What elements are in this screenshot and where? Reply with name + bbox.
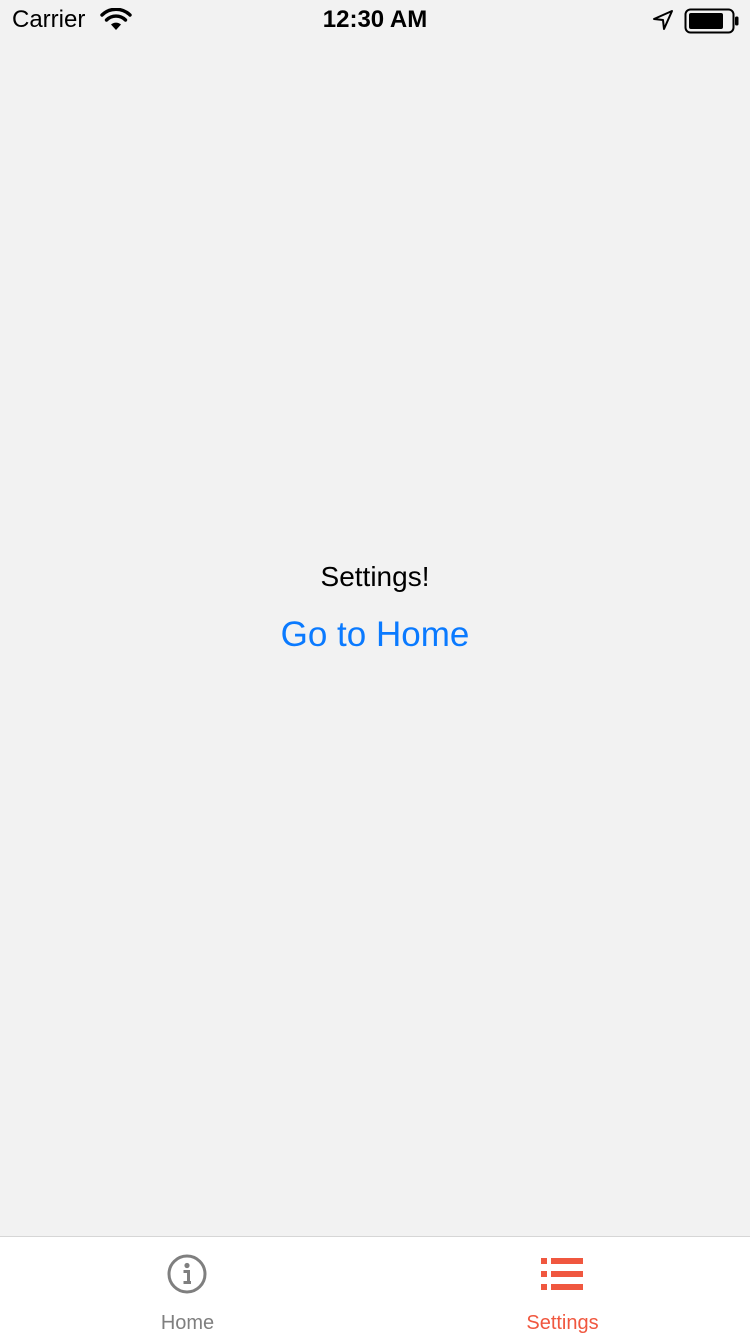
location-arrow-icon <box>653 10 673 30</box>
status-time: 12:30 AM <box>322 6 428 33</box>
info-circle-icon <box>167 1254 207 1294</box>
list-icon <box>541 1258 583 1290</box>
go-to-home-link[interactable]: Go to Home <box>281 614 470 656</box>
battery-icon <box>684 8 739 34</box>
tab-home[interactable]: Home <box>0 1237 375 1334</box>
tab-settings-label: Settings <box>526 1312 599 1334</box>
app-screen: Carrier 12:30 AM Settings! Go to Home Ho… <box>0 0 750 1334</box>
tab-bar: Home Settings <box>0 1236 750 1334</box>
tab-settings[interactable]: Settings <box>375 1237 750 1334</box>
status-bar: Carrier 12:30 AM <box>0 0 750 40</box>
tab-home-label: Home <box>160 1312 215 1334</box>
page-title: Settings! <box>320 561 430 592</box>
main-content: Settings! Go to Home <box>0 560 750 656</box>
